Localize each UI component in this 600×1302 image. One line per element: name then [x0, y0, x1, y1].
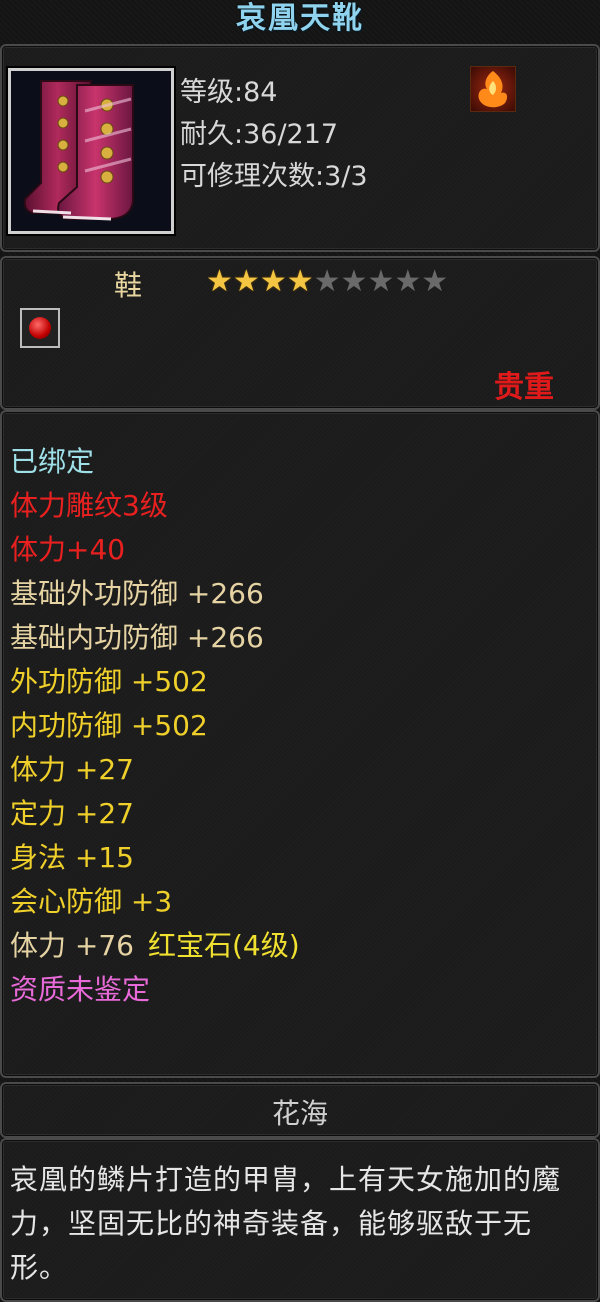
aptitude-status: 资质未鉴定	[10, 973, 151, 1006]
agility-attr: 身法 +15	[10, 841, 134, 874]
item-repair-count: 可修理次数:3/3	[180, 161, 368, 192]
inner-defense-attr: 内功防御 +502	[10, 709, 208, 742]
focus-attr: 定力 +27	[10, 797, 134, 830]
base-inner-defense-attr: 基础内功防御 +266	[10, 621, 264, 654]
base-outer-defense-attr: 基础外功防御 +266	[10, 577, 264, 610]
star-empty-icon: ★	[421, 264, 449, 299]
item-type-panel: 鞋 ★★★★★★★★★ 贵重	[0, 256, 600, 410]
stamina-attr: 体力 +27	[10, 753, 134, 786]
outer-defense-attr: 外功防御 +502	[10, 665, 208, 698]
star-empty-icon: ★	[394, 264, 422, 299]
set-name: 花海	[271, 1097, 328, 1130]
crit-defense-attr: 会心防御 +3	[10, 885, 173, 918]
gem-bonus-value: 体力 +76	[10, 929, 134, 962]
attributes-panel: 已绑定 体力雕纹3级 体力+40 基础外功防御 +266 基础内功防御 +266…	[0, 410, 600, 1078]
item-type-label: 鞋	[114, 269, 143, 302]
star-rating: ★★★★★★★★★	[206, 264, 448, 299]
rarity-label: 贵重	[494, 370, 554, 405]
item-level: 等级:84	[180, 77, 278, 108]
item-header-panel: 等级:84 耐久:36/217 可修理次数:3/3	[0, 44, 600, 252]
flame-school-icon	[470, 66, 516, 112]
star-filled-icon: ★	[206, 264, 233, 299]
set-panel: 花海	[0, 1082, 600, 1138]
engraving-attr: 体力雕纹3级	[10, 489, 168, 522]
star-filled-icon: ★	[259, 264, 287, 299]
item-description: 哀凰的鳞片打造的甲胄，上有天女施加的魔力，坚固无比的神奇装备，能够驱敌于无形。	[10, 1163, 562, 1284]
star-empty-icon: ★	[313, 264, 341, 299]
star-filled-icon: ★	[286, 264, 314, 299]
item-durability: 耐久:36/217	[180, 119, 339, 150]
bound-status: 已绑定	[10, 445, 95, 478]
purple-boots-icon[interactable]	[8, 68, 174, 234]
star-empty-icon: ★	[367, 264, 395, 299]
item-title: 哀凰天靴	[236, 1, 364, 36]
red-gem-icon	[29, 317, 51, 339]
description-panel: 哀凰的鳞片打造的甲胄，上有天女施加的魔力，坚固无比的神奇装备，能够驱敌于无形。	[0, 1138, 600, 1302]
star-empty-icon: ★	[340, 264, 368, 299]
gem-name: 红宝石(4级)	[148, 929, 300, 962]
star-filled-icon: ★	[232, 264, 260, 299]
red-gem-slot-icon[interactable]	[20, 308, 60, 348]
engraving-bonus-attr: 体力+40	[10, 533, 126, 566]
gem-bonus-attr: 体力 +76 红宝石(4级)	[10, 924, 300, 964]
